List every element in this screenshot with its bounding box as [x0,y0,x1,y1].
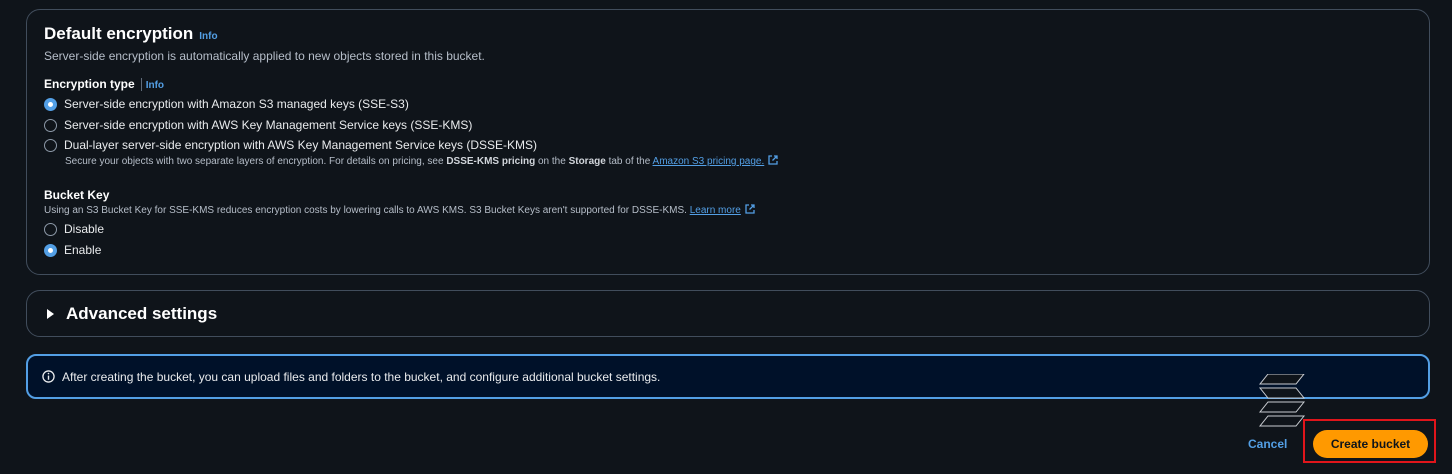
dsse-desc-text: Secure your objects with two separate la… [65,156,447,167]
bucket-key-desc-text: Using an S3 Bucket Key for SSE-KMS reduc… [44,205,690,216]
cancel-button[interactable]: Cancel [1248,437,1287,451]
external-link-icon[interactable] [745,204,755,214]
radio-unselected-icon[interactable] [44,118,57,132]
radio-bucket-key-enable[interactable]: Enable [44,243,101,257]
watermark-logo-icon [1258,374,1306,427]
radio-bucket-key-disable[interactable]: Disable [44,222,104,236]
radio-enable-label: Enable [64,243,102,257]
radio-selected-icon[interactable] [44,243,57,257]
radio-dsse-kms[interactable]: Dual-layer server-side encryption with A… [44,138,537,152]
alert-text: After creating the bucket, you can uploa… [62,369,661,384]
s3-pricing-link[interactable]: Amazon S3 pricing page. [653,156,765,167]
encryption-type-text: Encryption type [44,77,135,91]
advanced-settings-panel: Advanced settings [26,290,1430,337]
radio-dsse-kms-label: Dual-layer server-side encryption with A… [64,138,538,152]
radio-selected-icon[interactable] [44,97,57,111]
bucket-key-label: Bucket Key [44,188,110,202]
dsse-kms-description: Secure your objects with two separate la… [65,155,778,167]
info-alert: After creating the bucket, you can uploa… [26,354,1430,399]
advanced-settings-label: Advanced settings [66,304,218,323]
encryption-type-info-link[interactable]: Info [146,80,164,91]
caret-right-icon[interactable] [47,309,54,319]
encryption-title: Default encryption Info [44,24,218,44]
bucket-key-description: Using an S3 Bucket Key for SSE-KMS reduc… [44,204,755,216]
dsse-desc-text: tab of the [605,156,653,167]
advanced-settings-toggle[interactable]: Advanced settings [47,304,217,324]
radio-unselected-icon[interactable] [44,138,57,152]
dsse-pricing-text: DSSE-KMS pricing [446,156,536,167]
default-encryption-panel: Default encryption Info Server-side encry… [26,9,1430,275]
radio-disable-label: Disable [64,222,105,236]
dsse-desc-text: on the [535,156,569,167]
encryption-type-label: Encryption type Info [44,77,164,92]
storage-text: Storage [568,156,606,167]
radio-sse-s3-label: Server-side encryption with Amazon S3 ma… [64,97,409,111]
info-circle-icon [42,370,55,383]
encryption-title-text: Default encryption [44,24,194,43]
external-link-icon[interactable] [768,155,778,165]
encryption-description: Server-side encryption is automatically … [44,49,485,63]
radio-unselected-icon[interactable] [44,222,57,236]
divider [140,78,142,92]
radio-sse-s3[interactable]: Server-side encryption with Amazon S3 ma… [44,97,409,111]
learn-more-link[interactable]: Learn more [690,205,741,216]
radio-sse-kms[interactable]: Server-side encryption with AWS Key Mana… [44,118,472,132]
radio-sse-kms-label: Server-side encryption with AWS Key Mana… [64,118,473,132]
encryption-info-link[interactable]: Info [199,31,217,42]
create-bucket-button[interactable]: Create bucket [1313,430,1428,458]
